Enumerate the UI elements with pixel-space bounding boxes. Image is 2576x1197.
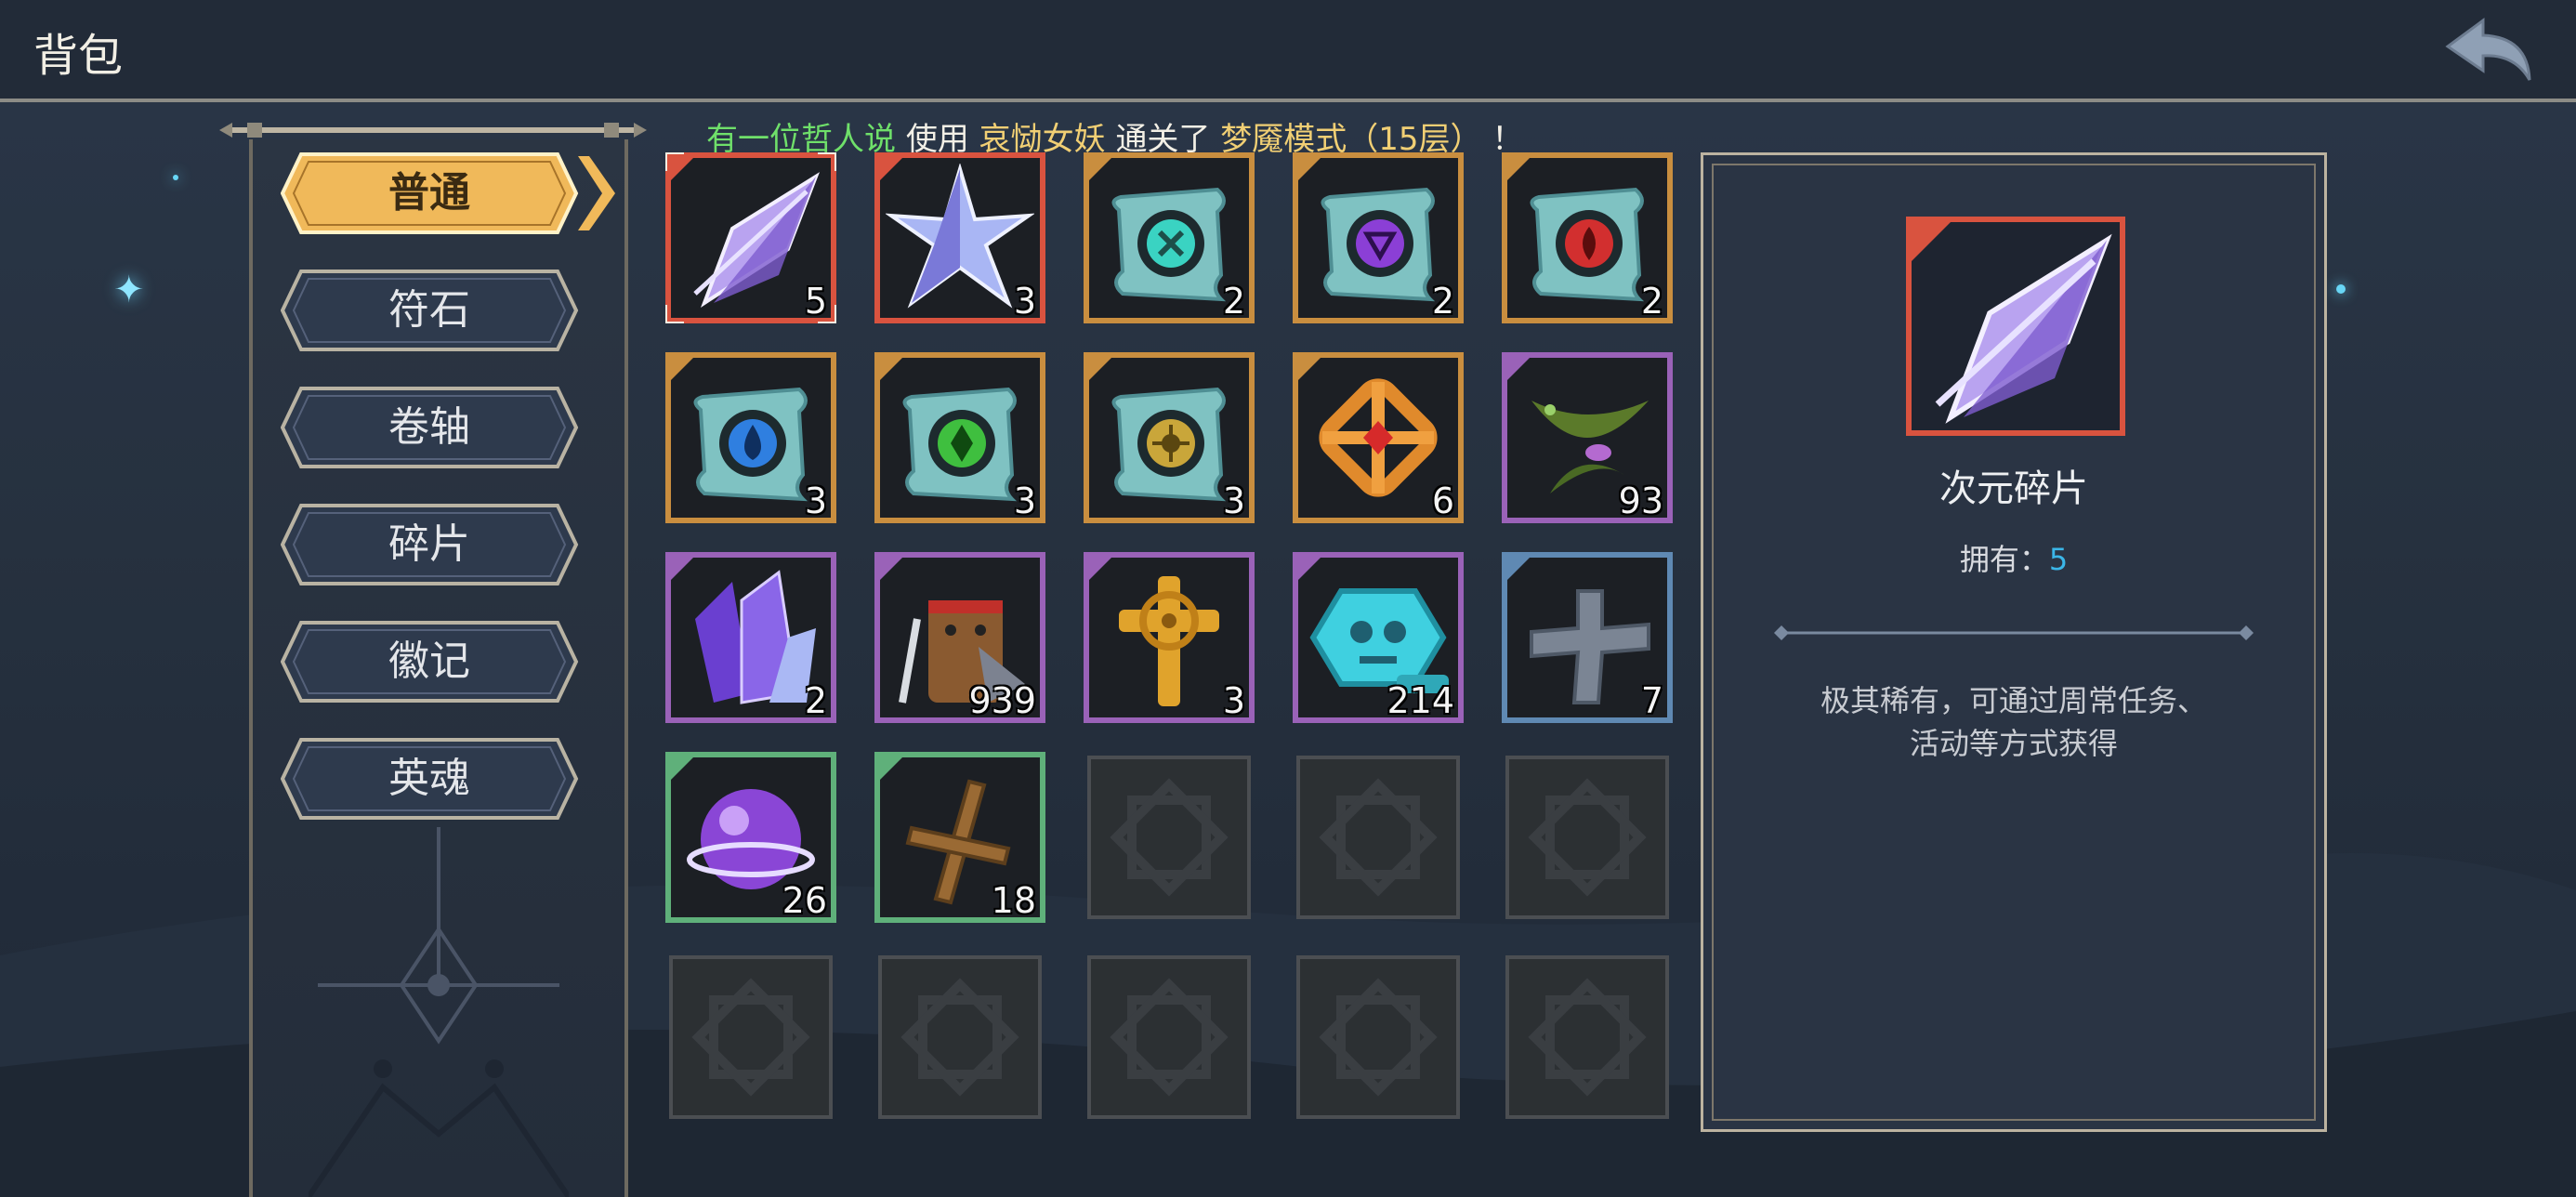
purple-crystal-cluster-icon <box>695 570 816 704</box>
inventory-slot[interactable]: 5 <box>665 152 836 323</box>
item-count: 2 <box>1222 281 1245 322</box>
item-count: 3 <box>1013 281 1036 322</box>
star-dot <box>173 175 178 180</box>
red-rune-scroll-icon <box>1530 187 1645 302</box>
sun-rune-scroll-icon <box>1111 387 1227 502</box>
top-bar: 背包 <box>0 0 2576 102</box>
item-count: 2 <box>1640 281 1663 322</box>
inventory-slot[interactable]: 93 <box>1502 352 1673 523</box>
banner-ornament <box>309 827 569 1197</box>
tab-1[interactable]: 符石 <box>281 268 579 353</box>
leaf-rune-scroll-icon <box>902 387 1018 502</box>
empty-slot[interactable] <box>1087 756 1251 919</box>
tab-2[interactable]: 卷轴 <box>281 385 579 470</box>
item-count: 93 <box>1618 480 1663 521</box>
page-title: 背包 <box>33 30 124 82</box>
item-count: 939 <box>968 680 1036 721</box>
inventory-slot[interactable]: 3 <box>665 352 836 523</box>
empty-slot-emblem-icon <box>900 978 1019 1097</box>
golden-cross-icon <box>1119 576 1219 706</box>
item-name: 次元碎片 <box>1939 467 2088 510</box>
empty-slot[interactable] <box>1505 955 1669 1119</box>
empty-slot-emblem-icon <box>1110 978 1229 1097</box>
tab-label: 徽记 <box>388 638 470 685</box>
empty-slot[interactable] <box>669 955 833 1119</box>
owned-label: 拥有： <box>1959 542 2049 577</box>
item-detail-panel: 次元碎片 拥有：5 极其稀有，可通过周常任务、 活动等方式获得 <box>1701 152 2327 1132</box>
water-rune-scroll-icon <box>693 387 808 502</box>
inventory-slot[interactable]: 18 <box>874 752 1045 923</box>
inventory-slot[interactable]: 3 <box>874 352 1045 523</box>
inventory-slot[interactable]: 6 <box>1293 352 1464 523</box>
empty-slot-emblem-icon <box>1528 978 1647 1097</box>
empty-slot-emblem-icon <box>1319 978 1438 1097</box>
inventory-slot[interactable]: 214 <box>1293 552 1464 723</box>
back-arrow-icon <box>2445 18 2531 81</box>
tab-label: 碎片 <box>388 520 470 568</box>
item-count: 2 <box>1431 281 1454 322</box>
empty-slot[interactable] <box>1296 756 1460 919</box>
tab-label: 卷轴 <box>388 403 470 451</box>
crystal-feather-icon <box>693 172 821 308</box>
description-line: 活动等方式获得 <box>1909 726 2118 761</box>
divider <box>1774 625 2254 640</box>
item-count: 7 <box>1640 680 1663 721</box>
empty-slot[interactable] <box>878 955 1042 1119</box>
empty-slot[interactable] <box>1087 955 1251 1119</box>
teal-rune-scroll-icon <box>1111 187 1227 302</box>
item-count: 2 <box>804 680 827 721</box>
owned-value: 5 <box>2048 542 2069 577</box>
item-count: 3 <box>1222 480 1245 521</box>
inventory-slot[interactable]: 2 <box>1293 152 1464 323</box>
inventory-slot[interactable]: 939 <box>874 552 1045 723</box>
inventory-slot[interactable]: 2 <box>665 552 836 723</box>
empty-slot-emblem-icon <box>1528 778 1647 897</box>
tab-3[interactable]: 碎片 <box>281 502 579 587</box>
tab-label: 普通 <box>388 169 470 217</box>
inventory-slot[interactable]: 26 <box>665 752 836 923</box>
sparkle-icon: ✦ <box>113 269 145 311</box>
star-dot <box>2336 284 2346 294</box>
orange-wheel-amulet-icon <box>1319 378 1438 497</box>
inventory-slot[interactable]: 3 <box>1084 352 1255 523</box>
tab-0[interactable]: 普通 <box>281 151 615 236</box>
item-description: 极其稀有，可通过周常任务、 活动等方式获得 <box>1787 679 2241 765</box>
back-button[interactable] <box>2442 13 2535 87</box>
item-count: 3 <box>1222 680 1245 721</box>
item-count: 26 <box>782 880 827 921</box>
tab-5[interactable]: 英魂 <box>281 736 579 822</box>
empty-slot[interactable] <box>1296 955 1460 1119</box>
inventory-slot[interactable]: 3 <box>1084 552 1255 723</box>
inventory-slot[interactable]: 2 <box>1084 152 1255 323</box>
empty-slot[interactable] <box>1505 756 1669 919</box>
item-count: 18 <box>991 880 1036 921</box>
item-count: 5 <box>804 281 827 322</box>
item-owned: 拥有：5 <box>1703 536 2324 579</box>
inventory-slot[interactable]: 7 <box>1502 552 1673 723</box>
crystal-feather-icon <box>1912 222 2112 424</box>
crystal-star-icon <box>886 164 1034 309</box>
empty-slot-emblem-icon <box>1319 778 1438 897</box>
purple-rune-scroll-icon <box>1321 187 1436 302</box>
tab-label: 英魂 <box>388 755 470 802</box>
description-line: 极其稀有，可通过周常任务、 <box>1820 683 2207 718</box>
tab-4[interactable]: 徽记 <box>281 619 579 704</box>
item-count: 3 <box>804 480 827 521</box>
detail-item-frame <box>1906 217 2125 436</box>
category-banner: 普通符石卷轴碎片徽记英魂 <box>249 139 628 1197</box>
tab-label: 符石 <box>388 286 470 334</box>
item-count: 6 <box>1431 480 1454 521</box>
inventory-slot[interactable]: 2 <box>1502 152 1673 323</box>
item-count: 3 <box>1013 480 1036 521</box>
inventory-slot[interactable]: 3 <box>874 152 1045 323</box>
banner-rod <box>219 123 647 138</box>
stone-cross-icon <box>1530 589 1650 704</box>
empty-slot-emblem-icon <box>1110 778 1229 897</box>
empty-slot-emblem-icon <box>691 978 810 1097</box>
item-count: 214 <box>1387 680 1454 721</box>
